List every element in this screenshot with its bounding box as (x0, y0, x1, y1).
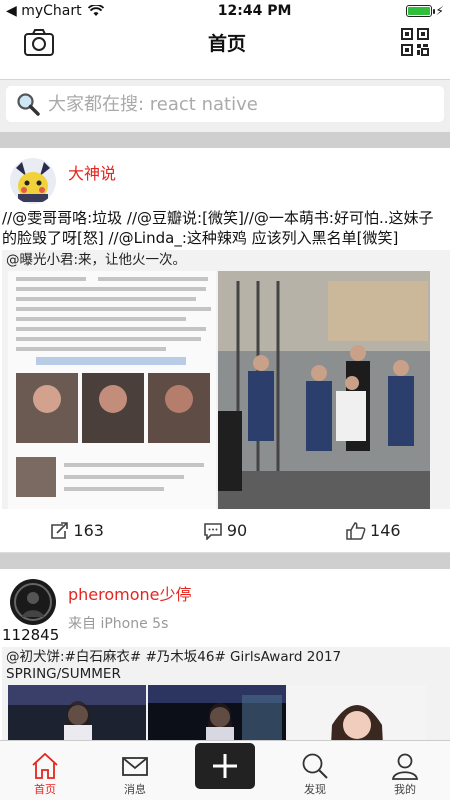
camera-icon (24, 29, 54, 56)
home-icon (32, 752, 58, 779)
wifi-icon (87, 5, 104, 16)
search-bar (0, 80, 450, 132)
plus-icon (213, 754, 237, 778)
feed-separator (0, 553, 450, 569)
tab-label: 消息 (124, 783, 146, 796)
qr-code-icon (400, 28, 429, 56)
post-username[interactable]: pheromone少停 (68, 581, 192, 605)
tab-label: 发现 (304, 783, 326, 796)
nav-bar: 首页 (0, 22, 450, 62)
status-bar: ◀ myChart 12:44 PM ⚡ (0, 0, 450, 22)
share-icon (51, 521, 69, 539)
battery-indicator: ⚡ (405, 4, 444, 18)
share-button[interactable]: 163 (49, 521, 104, 540)
camera-button[interactable] (22, 25, 56, 59)
comment-count: 90 (226, 521, 248, 540)
back-app-label: myChart (21, 3, 82, 19)
tab-label: 首页 (34, 783, 56, 796)
nav-divider (0, 62, 450, 80)
comment-button[interactable]: 90 (203, 521, 247, 540)
tab-messages[interactable]: 消息 (90, 741, 180, 800)
tab-profile[interactable]: 我的 (360, 741, 450, 800)
search-icon (302, 753, 328, 779)
tab-bar: 首页 消息 发现 我的 (0, 740, 450, 800)
like-button[interactable]: 146 (346, 521, 401, 540)
avatar[interactable] (10, 579, 56, 625)
search-box[interactable] (6, 86, 444, 122)
search-icon (17, 93, 40, 116)
tab-discover[interactable]: 发现 (270, 741, 360, 800)
charging-icon: ⚡ (435, 4, 444, 18)
search-input[interactable] (48, 93, 434, 115)
page-title: 首页 (207, 32, 246, 55)
tab-compose[interactable] (180, 741, 270, 800)
post-image[interactable] (218, 271, 430, 509)
clock: 12:44 PM (217, 3, 292, 19)
post-source: 来自 iPhone 5s (68, 616, 169, 632)
comment-icon (204, 522, 222, 540)
post-text: //@雯哥哥咯:垃圾 //@豆瓣说:[微笑]//@一本萌书:好可怕..这妹子的脸… (2, 209, 434, 247)
like-count: 146 (370, 521, 401, 540)
feed-post[interactable]: pheromone少停 来自 iPhone 5s 112845 @初犬饼:#白石… (0, 569, 450, 765)
repost-block[interactable]: @曝光小君:来，让他火一次。 (2, 250, 450, 509)
thumbs-up-icon (346, 521, 366, 540)
compose-button[interactable] (195, 743, 255, 789)
feed-post[interactable]: 大神说 //@雯哥哥咯:垃圾 //@豆瓣说:[微笑]//@一本萌书:好可怕..这… (0, 148, 450, 553)
user-icon (391, 753, 419, 780)
post-image[interactable] (8, 271, 216, 509)
tab-home[interactable]: 首页 (0, 741, 90, 800)
qr-code-button[interactable] (398, 25, 432, 59)
repost-text: @曝光小君:来，让他火一次。 (6, 252, 187, 268)
mail-icon (122, 757, 148, 776)
tab-label: 我的 (394, 783, 416, 796)
post-actions: 163 90 146 (0, 509, 450, 553)
repost-text: @初犬饼:#白石麻衣# #乃木坂46# GirlsAward 2017 SPRI… (6, 649, 342, 682)
post-username[interactable]: 大神说 (68, 160, 116, 184)
feed-separator (0, 132, 450, 148)
share-count: 163 (73, 521, 104, 540)
avatar[interactable] (10, 158, 56, 204)
back-to-app-link[interactable]: ◀ myChart (6, 3, 82, 19)
